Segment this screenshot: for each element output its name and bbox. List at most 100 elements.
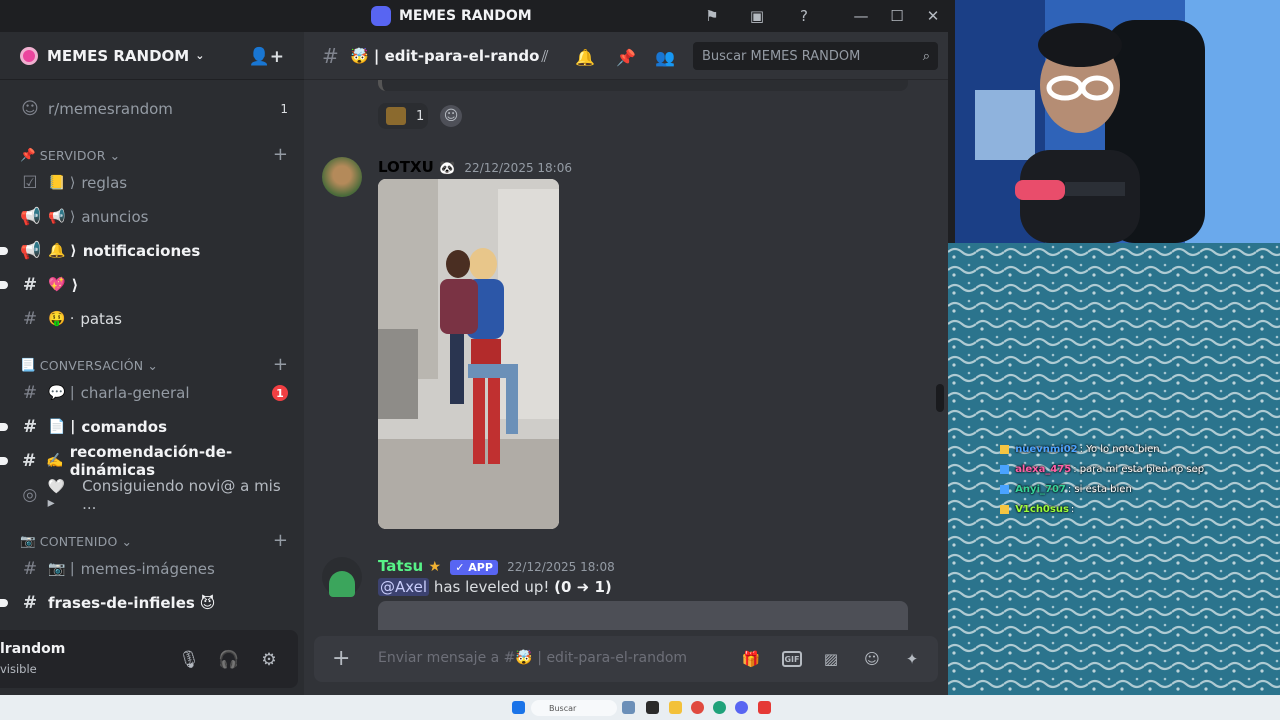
help-icon[interactable]: ? (793, 6, 815, 26)
channel-charla-general[interactable]: # 💬 | charla-general 1 (8, 377, 296, 409)
folder-icon[interactable] (669, 701, 682, 714)
author-badge-icon: 🐼 (439, 161, 456, 176)
hash-icon: # (22, 309, 38, 329)
user-mention[interactable]: @Axel (378, 578, 430, 596)
channel-reglas[interactable]: ☑ 📒 ⟩ reglas (8, 167, 296, 199)
reaction-emoji (386, 107, 406, 125)
composer-placeholder: Enviar mensaje a #🤯 | edit-para-el-rando… (378, 650, 688, 666)
close-icon[interactable]: ✕ (922, 6, 944, 26)
window-title-text: MEMES RANDOM (399, 8, 532, 24)
chat-badge-icon (1000, 504, 1009, 514)
hash-icon: # (322, 43, 339, 68)
channel-recomendacion[interactable]: # ✍️ recomendación-de-dinámicas (0, 443, 296, 479)
emoji-icon[interactable]: ☺ (861, 648, 883, 670)
author-name[interactable]: Tatsu (378, 557, 423, 575)
channel-patas[interactable]: # 🤑 · patas (8, 303, 296, 335)
apps-icon[interactable]: ✦ (901, 648, 923, 670)
channel-label: memes-imágenes (80, 560, 215, 578)
sticker-icon[interactable]: ▨ (820, 648, 842, 670)
message-author[interactable]: Tatsu ★ ✓ APP 22/12/2025 18:08 (378, 557, 615, 575)
chat-message: : Yo lo noto bien (1079, 444, 1160, 455)
channel-emoji: 📢 ⟩ (48, 209, 76, 225)
chat-username: alexa_475 (1015, 464, 1072, 475)
hash-icon: # (22, 593, 38, 613)
add-channel-button[interactable]: + (273, 354, 288, 375)
channel-heart[interactable]: # 💖 ⟩ (0, 269, 296, 301)
flag-icon[interactable]: ⚑ (701, 6, 723, 26)
avatar[interactable] (322, 157, 362, 197)
channel-title: 🤯 | edit-para-el-rando (350, 46, 540, 65)
add-attachment-icon[interactable]: + (332, 646, 350, 671)
category-servidor[interactable]: 📌 SERVIDOR ⌄ (20, 147, 120, 163)
category-conversacion[interactable]: 📃 CONVERSACIÓN ⌄ (20, 357, 158, 373)
username[interactable]: lrandom (0, 641, 65, 657)
unread-indicator (0, 281, 8, 289)
message-image[interactable] (378, 179, 559, 529)
windows-start-icon[interactable] (512, 701, 525, 714)
add-channel-button[interactable]: + (273, 144, 288, 165)
channel-label: ⟩ (71, 276, 79, 294)
add-member-icon[interactable]: 👤+ (249, 47, 284, 67)
hash-icon: # (22, 417, 38, 437)
webcam-overlay (955, 0, 1280, 243)
channel-comandos[interactable]: # 📄 | comandos (0, 411, 296, 443)
channel-memesrandom[interactable]: ☺ r/memesrandom 1 (8, 93, 296, 125)
app-icon[interactable] (646, 701, 659, 714)
avatar[interactable] (322, 557, 362, 597)
search-icon: ⌕ (922, 48, 930, 64)
channel-frases-de-infieles[interactable]: # frases-de-infieles 😈 (0, 587, 296, 619)
app-icon[interactable] (758, 701, 771, 714)
gift-icon[interactable]: 🎁 (740, 648, 762, 670)
maximize-icon[interactable]: ☐ (886, 6, 908, 26)
settings-gear-icon[interactable]: ⚙ (257, 648, 281, 672)
channel-emoji: 🤍 ▸ (47, 479, 66, 511)
level-card-embed[interactable] (378, 601, 908, 630)
members-icon[interactable]: 👥 (654, 46, 676, 68)
bell-icon[interactable]: 🔔 (574, 46, 596, 68)
hash-icon: # (22, 383, 38, 403)
inbox-icon[interactable]: ▣ (746, 6, 768, 26)
microphone-icon[interactable]: 🎙 (177, 648, 201, 672)
channel-emoji: 🤑 · (48, 311, 75, 327)
previous-embed (378, 80, 908, 91)
pin-icon: 📌 (20, 147, 36, 162)
message-text: has leveled up! (433, 578, 550, 596)
chrome-icon[interactable] (691, 701, 704, 714)
title-bar: MEMES RANDOM ⚑ ▣ ? — ☐ ✕ (0, 0, 948, 32)
pin-icon[interactable]: 📌 (615, 46, 637, 68)
channel-emoji: 📄 | (48, 419, 76, 435)
headphones-icon[interactable]: 🎧 (217, 648, 241, 672)
category-contenido[interactable]: 📷 CONTENIDO ⌄ (20, 533, 132, 549)
channel-label: Consiguiendo novi@ a mis ... (82, 477, 281, 513)
taskbar-search[interactable]: Buscar (531, 700, 617, 716)
gif-icon[interactable]: GIF (782, 651, 802, 667)
camera-icon: 📷 (20, 533, 36, 548)
message-author[interactable]: LOTXU 🐼 22/12/2025 18:06 (378, 158, 572, 176)
channel-emoji: ✍️ (46, 453, 64, 469)
chat-username: V1ch0sus (1015, 504, 1069, 515)
message-composer[interactable]: + Enviar mensaje a #🤯 | edit-para-el-ran… (314, 636, 938, 682)
add-reaction-icon[interactable]: ☺ (440, 105, 462, 127)
server-header[interactable]: MEMES RANDOM ⌄ 👤+ (0, 32, 304, 80)
threads-icon[interactable]: ⫽ (534, 46, 556, 68)
reaction-button[interactable]: 1 (378, 103, 428, 129)
channel-emoji: 🔔 ⟩ (48, 243, 77, 259)
message-timestamp: 22/12/2025 18:08 (507, 560, 615, 574)
channel-consiguiendo-novia[interactable]: ◎ 🤍 ▸ Consiguiendo novi@ a mis ... (8, 477, 296, 513)
channel-notificaciones[interactable]: 📢 🔔 ⟩ notificaciones (0, 235, 296, 267)
edge-icon[interactable] (713, 701, 726, 714)
channel-emoji: 💖 (48, 277, 66, 293)
channel-memes-imagenes[interactable]: # 📷 | memes-imágenes (8, 553, 296, 585)
stream-chat-line: Anyi_707: si esta bien (1000, 484, 1132, 495)
minimize-icon[interactable]: — (850, 6, 872, 26)
add-channel-button[interactable]: + (273, 530, 288, 551)
app-icon[interactable] (622, 701, 635, 714)
discord-icon[interactable] (735, 701, 748, 714)
channel-anuncios[interactable]: 📢 📢 ⟩ anuncios (8, 201, 296, 233)
author-name[interactable]: LOTXU (378, 158, 434, 176)
chat-badge-icon (1000, 444, 1009, 454)
scrollbar[interactable] (936, 384, 944, 412)
hash-icon: # (22, 275, 38, 295)
user-panel: lrandom visible 🎙 🎧 ⚙ (0, 630, 298, 688)
search-input[interactable]: Buscar MEMES RANDOM ⌕ (693, 42, 938, 70)
